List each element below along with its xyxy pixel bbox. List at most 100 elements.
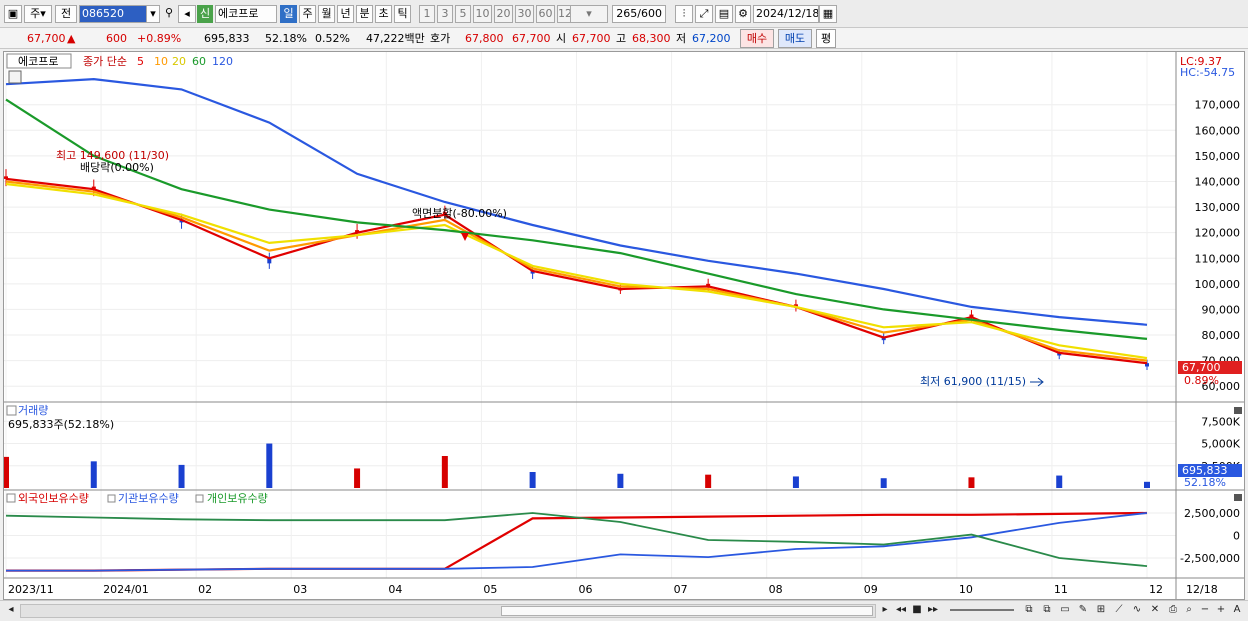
- rewind-icon[interactable]: ◂◂: [894, 603, 908, 617]
- wave-icon[interactable]: ∿: [1130, 603, 1144, 617]
- legend-stock-name: 에코프로: [18, 55, 58, 68]
- volume-bar-13: [1144, 481, 1150, 488]
- price-tick-4: 130,000: [1195, 201, 1241, 214]
- zoom-in-icon[interactable]: +: [1214, 603, 1228, 617]
- legend-ma-10: 10: [154, 55, 168, 68]
- open-label: 시: [556, 32, 567, 45]
- interval-button-10[interactable]: 10: [473, 5, 492, 23]
- chart-type-icon[interactable]: ▣: [4, 5, 22, 23]
- price-tick-1: 160,000: [1195, 124, 1241, 137]
- volume-bar-4: [354, 468, 361, 488]
- zoom-out-icon[interactable]: −: [1198, 603, 1212, 617]
- price-tick-9: 80,000: [1202, 329, 1241, 342]
- auto-scale-icon[interactable]: A: [1230, 603, 1244, 617]
- window-icon[interactable]: ▭: [1058, 603, 1072, 617]
- candle-icon[interactable]: ⫶: [675, 5, 693, 23]
- save-icon[interactable]: ▤: [715, 5, 733, 23]
- volume-pane-close-icon[interactable]: [1234, 407, 1242, 414]
- sell-button[interactable]: 매도: [778, 29, 812, 48]
- calendar-icon[interactable]: ▦: [819, 5, 837, 23]
- price-tick-8: 90,000: [1202, 303, 1241, 316]
- timeframe-button-5[interactable]: 초: [375, 5, 392, 23]
- legend-ma-5: 5: [137, 55, 144, 68]
- legend-individual-holding: 개인보유수량: [207, 492, 268, 505]
- scroll-right-icon[interactable]: ▸: [878, 603, 892, 617]
- erase-icon[interactable]: ✕: [1148, 603, 1162, 617]
- x-label-12: 12: [1149, 583, 1163, 596]
- up-arrow-icon: ▲: [67, 32, 76, 45]
- pen-icon[interactable]: ✎: [1076, 603, 1090, 617]
- range-total: /600: [637, 7, 662, 20]
- range-value: 265: [616, 7, 638, 20]
- chart-panel[interactable]: 170,000 160,000 150,000 140,000 130,000 120,0…: [3, 51, 1245, 600]
- timeframe-button-0[interactable]: 일: [280, 5, 297, 23]
- print-icon[interactable]: ⎙: [1166, 603, 1180, 617]
- high-price: 68,300: [632, 32, 671, 45]
- low-label: 저: [676, 32, 687, 45]
- x-label-5: 05: [483, 583, 497, 596]
- price-tag-pct: 0.89%: [1184, 374, 1219, 387]
- stock-code-value: 086520: [82, 7, 124, 20]
- interval-button-5[interactable]: 5: [455, 5, 471, 23]
- holding-pane-close-icon[interactable]: [1234, 494, 1242, 501]
- scrollbar-thumb[interactable]: [501, 606, 873, 616]
- scroll-left-icon[interactable]: ◂: [4, 603, 18, 617]
- horizontal-scrollbar[interactable]: [20, 604, 876, 618]
- volume-bar-1: [90, 461, 97, 488]
- volume-value: 695,833: [204, 32, 250, 45]
- timeframe-button-6[interactable]: 틱: [394, 5, 411, 23]
- current-price: 67,700: [27, 32, 66, 45]
- interval-button-30[interactable]: 30: [515, 5, 534, 23]
- interval-button-20[interactable]: 20: [494, 5, 513, 23]
- forward-icon[interactable]: ▸▸: [926, 603, 940, 617]
- interval-button-3[interactable]: 3: [437, 5, 453, 23]
- split-marker-icon: [461, 233, 469, 241]
- price-change: 600: [106, 32, 127, 45]
- volume-pane-icon: [6, 405, 17, 416]
- settings-gear-icon[interactable]: ⚙: [735, 5, 751, 23]
- chart-canvas[interactable]: 170,000 160,000 150,000 140,000 130,000 120,0…: [3, 52, 1244, 599]
- interval-select[interactable]: ▾: [570, 5, 608, 23]
- interval-button-60[interactable]: 60: [536, 5, 555, 23]
- date-field[interactable]: 2024/12/18: [753, 5, 819, 23]
- timeframe-button-2[interactable]: 월: [318, 5, 335, 23]
- date-value: 2024/12/18: [756, 7, 819, 20]
- range-field[interactable]: 265/600: [612, 5, 666, 23]
- x-label-6: 06: [579, 583, 593, 596]
- legend-ma-prefix: 종가 단순: [83, 55, 127, 68]
- volume-bar-9: [792, 476, 799, 488]
- ruler-icon[interactable]: ⊞: [1094, 603, 1108, 617]
- copy-icon[interactable]: ⧉: [1040, 603, 1054, 617]
- eval-button[interactable]: 평: [816, 29, 836, 48]
- stock-name: 에코프로: [218, 7, 259, 20]
- zoom-slider[interactable]: [950, 609, 1014, 611]
- volume-bar-5: [441, 456, 448, 488]
- crosshair-icon[interactable]: ⤢: [695, 5, 713, 23]
- timeframe-button-4[interactable]: 분: [356, 5, 373, 23]
- search-icon[interactable]: ⚲: [162, 5, 176, 23]
- code-dropdown-icon[interactable]: ▾: [146, 5, 160, 23]
- stop-icon[interactable]: ■: [910, 603, 924, 617]
- data-table-icon[interactable]: [8, 70, 22, 84]
- speaker-icon[interactable]: ◂: [178, 5, 196, 23]
- volume-tag-pct: 52.18%: [1184, 476, 1226, 489]
- bid-price: 67,700: [512, 32, 551, 45]
- volume-bar-8: [705, 474, 712, 488]
- price-change-pct: +0.89%: [137, 32, 182, 45]
- timeframe-button-1[interactable]: 주: [299, 5, 316, 23]
- volume-bar-12: [1056, 475, 1063, 488]
- buy-button[interactable]: 매수: [740, 29, 774, 48]
- x-label-7: 07: [674, 583, 688, 596]
- volume-ratio: 52.18%: [265, 32, 307, 45]
- stock-name-field[interactable]: 에코프로: [215, 5, 277, 23]
- trend-icon[interactable]: ⟋: [1112, 603, 1126, 617]
- period-select[interactable]: 주▾: [24, 5, 52, 23]
- stock-code-input[interactable]: 086520: [79, 5, 147, 23]
- interval-button-1[interactable]: 1: [419, 5, 435, 23]
- volume-tick-1: 5,000K: [1201, 438, 1240, 451]
- timeframe-button-3[interactable]: 년: [337, 5, 354, 23]
- price-tick-5: 120,000: [1195, 227, 1241, 240]
- layout-icon[interactable]: ⧉: [1022, 603, 1036, 617]
- prev-button[interactable]: 전: [55, 5, 77, 23]
- zoom-icon[interactable]: ⌕: [1182, 603, 1196, 617]
